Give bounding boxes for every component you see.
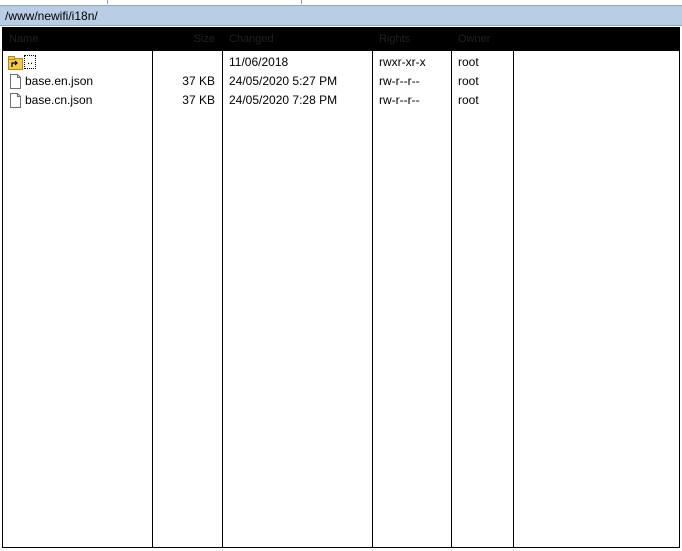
splitter-tick: [301, 0, 302, 4]
splitter-tick: [107, 0, 108, 4]
file-row-parent[interactable]: .. 11/06/2018 rwxr-xr-x root: [3, 53, 679, 72]
file-rights: rw-r--r--: [379, 93, 420, 107]
file-owner: root: [458, 93, 479, 107]
file-owner: root: [458, 55, 479, 69]
parent-dir-label: ..: [24, 55, 36, 69]
current-path: /www/newifi/i18n/: [5, 9, 98, 23]
path-bar[interactable]: /www/newifi/i18n/: [0, 5, 682, 26]
file-row[interactable]: base.en.json 37 KB 24/05/2020 5:27 PM rw…: [3, 72, 679, 91]
file-rights: rw-r--r--: [379, 74, 420, 88]
column-header-size[interactable]: Size: [153, 33, 215, 45]
file-size: 37 KB: [182, 93, 215, 107]
column-header-owner[interactable]: Owner: [458, 33, 490, 45]
file-size: 37 KB: [182, 74, 215, 88]
file-name: base.cn.json: [25, 93, 93, 107]
file-owner: root: [458, 74, 479, 88]
column-header-changed[interactable]: Changed: [229, 33, 274, 45]
column-divider[interactable]: [451, 51, 452, 547]
column-divider[interactable]: [513, 51, 514, 547]
column-header-rights[interactable]: Rights: [379, 33, 410, 45]
file-rights: rwxr-xr-x: [379, 55, 426, 69]
file-changed: 11/06/2018: [229, 55, 289, 69]
file-changed: 24/05/2020 5:27 PM: [229, 74, 338, 88]
column-divider[interactable]: [222, 51, 223, 547]
column-header-name[interactable]: Name: [9, 33, 38, 45]
column-divider[interactable]: [152, 51, 153, 547]
file-icon: [8, 74, 23, 89]
file-list-pane[interactable]: Name Size Changed Rights Owner .. 11/06/…: [2, 27, 680, 548]
parent-folder-icon: [8, 55, 23, 70]
file-changed: 24/05/2020 7:28 PM: [229, 93, 338, 107]
file-icon: [8, 93, 23, 108]
file-list-header: Name Size Changed Rights Owner: [3, 28, 679, 51]
file-row[interactable]: base.cn.json 37 KB 24/05/2020 7:28 PM rw…: [3, 91, 679, 110]
column-divider[interactable]: [372, 51, 373, 547]
file-name: base.en.json: [25, 74, 94, 88]
